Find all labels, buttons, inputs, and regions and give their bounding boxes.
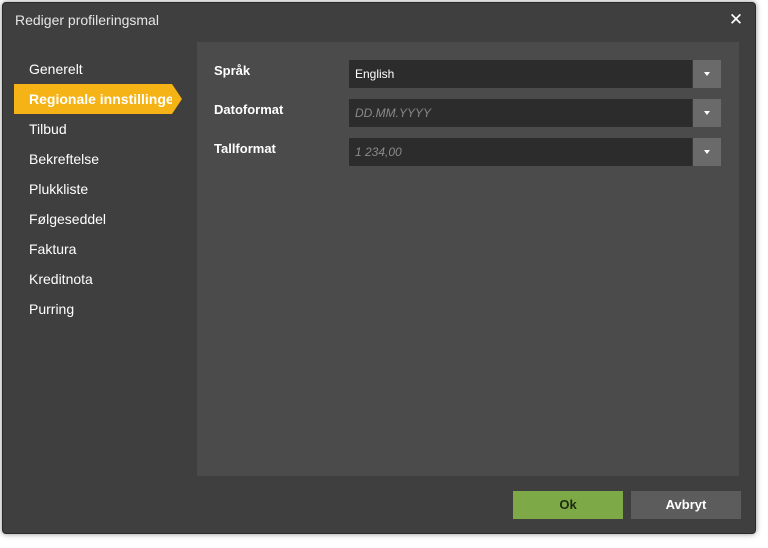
sidebar-item-faktura[interactable]: Faktura bbox=[3, 234, 193, 264]
dialog-titlebar: Rediger profileringsmal ✕ bbox=[3, 3, 755, 39]
sidebar-item-bekreftelse[interactable]: Bekreftelse bbox=[3, 144, 193, 174]
sidebar-item-plukkliste[interactable]: Plukkliste bbox=[3, 174, 193, 204]
date-format-select[interactable]: DD.MM.YYYY bbox=[349, 99, 721, 127]
number-format-select[interactable]: 1 234,00 bbox=[349, 138, 721, 166]
date-format-row: Datoformat DD.MM.YYYY bbox=[197, 99, 739, 127]
language-select[interactable]: English bbox=[349, 60, 721, 88]
sidebar-item-generelt[interactable]: Generelt bbox=[3, 54, 193, 84]
sidebar-item-kreditnota[interactable]: Kreditnota bbox=[3, 264, 193, 294]
sidebar-item-purring[interactable]: Purring bbox=[3, 294, 193, 324]
language-value: English bbox=[355, 67, 395, 81]
language-label: Språk bbox=[214, 63, 251, 78]
number-format-row: Tallformat 1 234,00 bbox=[197, 138, 739, 166]
close-icon[interactable]: ✕ bbox=[727, 11, 745, 29]
edit-template-dialog: Rediger profileringsmal ✕ Generelt Regio… bbox=[2, 2, 756, 534]
settings-panel: Språk English Datoformat DD.MM.YYYY Tall… bbox=[197, 42, 739, 476]
ok-button[interactable]: Ok bbox=[513, 491, 623, 519]
sidebar-item-folgeseddel[interactable]: Følgeseddel bbox=[3, 204, 193, 234]
language-row: Språk English bbox=[197, 60, 739, 88]
number-format-label: Tallformat bbox=[214, 141, 276, 156]
chevron-down-icon[interactable] bbox=[692, 138, 721, 166]
date-format-label: Datoformat bbox=[214, 102, 284, 117]
sidebar-nav: Generelt Regionale innstillinger Tilbud … bbox=[3, 54, 193, 324]
chevron-down-icon[interactable] bbox=[692, 99, 721, 127]
dialog-title: Rediger profileringsmal bbox=[15, 12, 159, 28]
chevron-down-icon[interactable] bbox=[692, 60, 721, 88]
sidebar-item-regionale-innstillinger[interactable]: Regionale innstillinger bbox=[14, 84, 182, 114]
cancel-button[interactable]: Avbryt bbox=[631, 491, 741, 519]
sidebar-item-tilbud[interactable]: Tilbud bbox=[3, 114, 193, 144]
number-format-placeholder: 1 234,00 bbox=[355, 145, 402, 159]
date-format-placeholder: DD.MM.YYYY bbox=[355, 106, 432, 120]
